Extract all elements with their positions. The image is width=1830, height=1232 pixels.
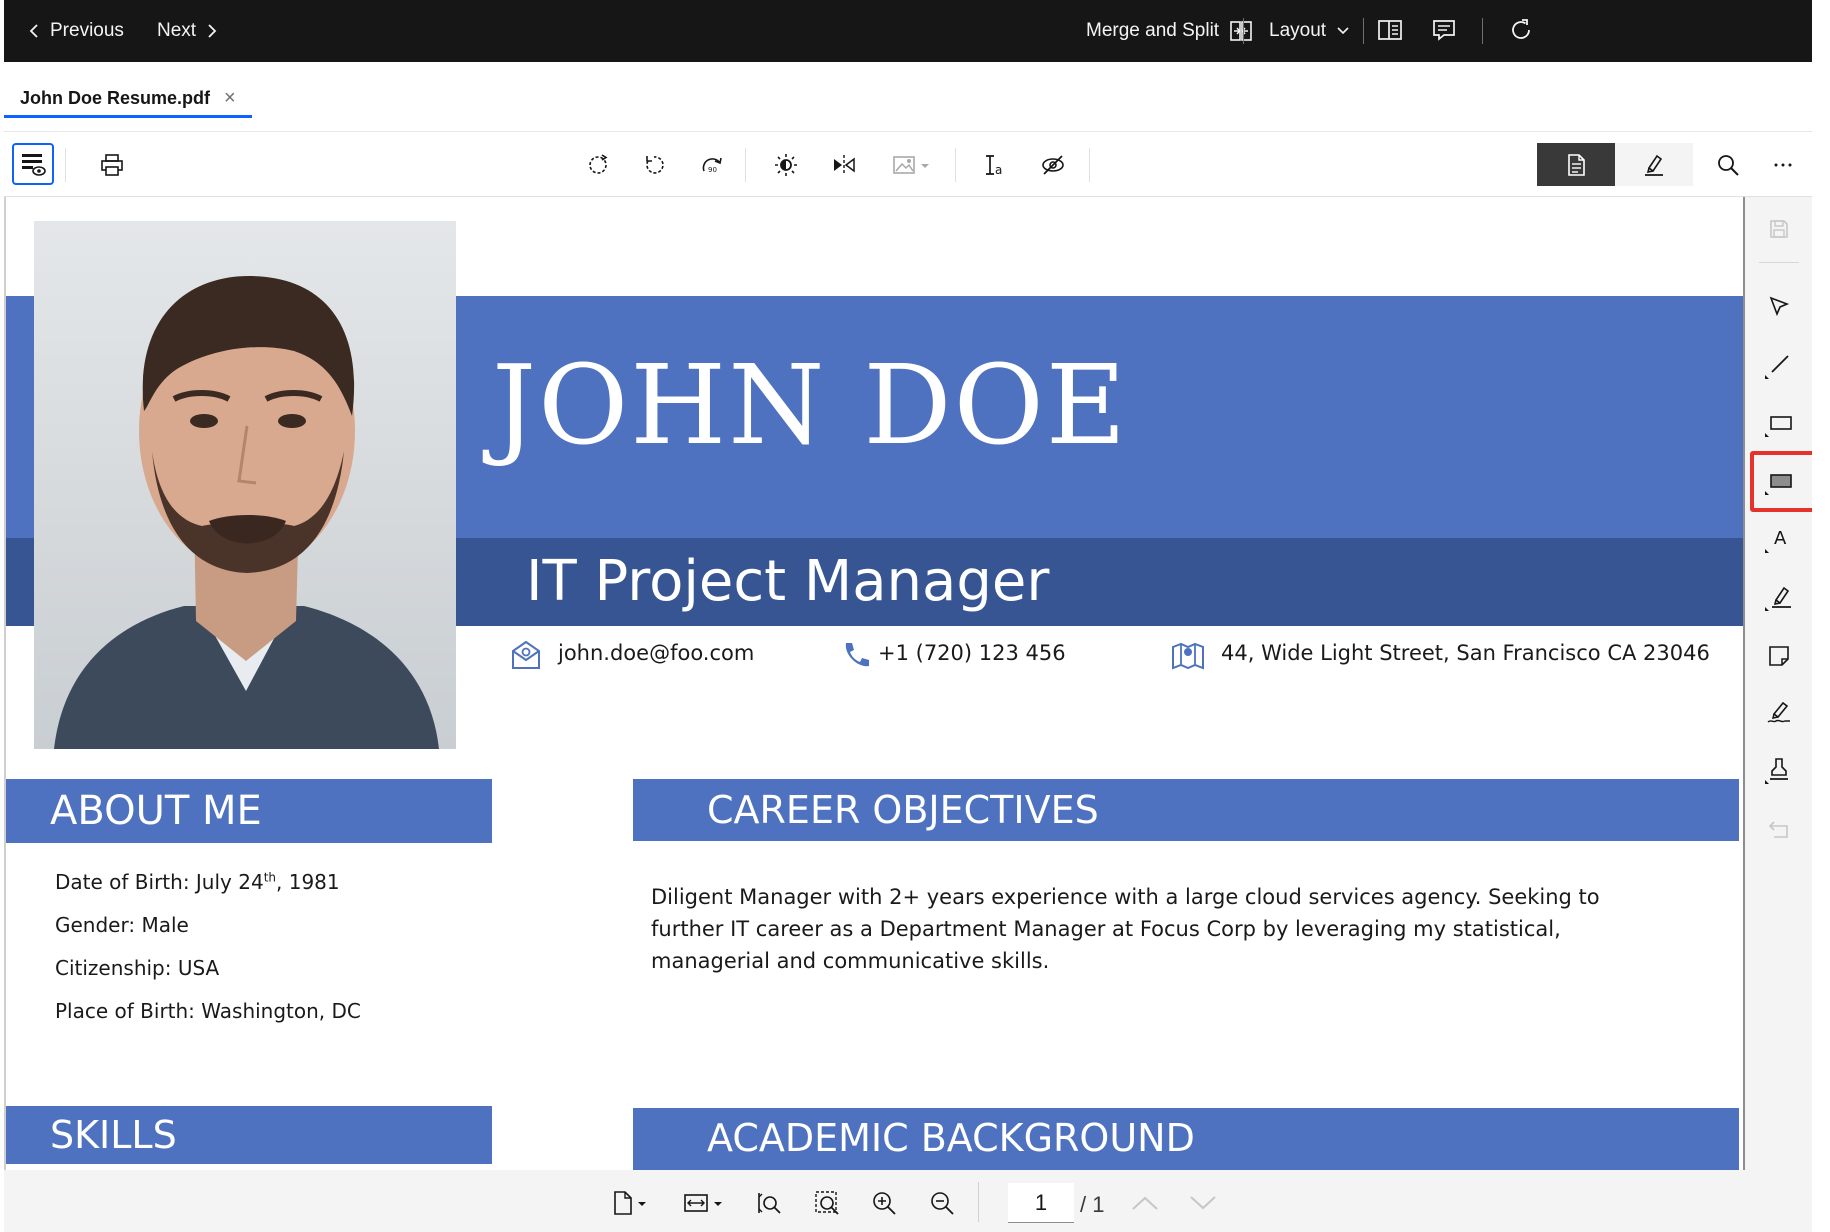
merge-split-icon [1229,19,1253,43]
career-objectives-text: Diligent Manager with 2+ years experienc… [651,881,1600,977]
chevron-right-icon [206,23,218,39]
page-fit-icon[interactable] [607,1186,657,1220]
top-navigation-bar: Previous Next Merge and Split Layout [4,0,1812,62]
undo-icon [1764,814,1794,844]
dob-year: , 1981 [276,870,340,894]
fit-width-icon[interactable] [680,1186,730,1220]
comments-icon[interactable] [1430,16,1458,44]
layout-dropdown[interactable]: Layout [1269,0,1350,62]
flip-icon[interactable] [827,148,861,182]
resume-name: JOHN DOE [492,341,1129,469]
map-icon [1170,639,1206,671]
stamp-icon[interactable] [1764,755,1794,785]
refresh-icon[interactable] [1507,16,1535,44]
merge-and-split-button[interactable]: Merge and Split [1086,0,1253,62]
next-label: Next [157,20,197,41]
rotate-right-icon[interactable]: 90 [695,148,729,182]
resume-address: 44, Wide Light Street, San Francisco CA … [1221,641,1710,665]
text-recognition-icon[interactable]: a [978,148,1012,182]
svg-text:90: 90 [708,166,717,174]
resume-email: john.doe@foo.com [558,641,755,665]
save-icon [1764,214,1794,244]
pdf-page: JOHN DOE IT Project Manager john.doe@foo… [4,197,1745,1170]
profile-photo [34,221,456,749]
layout-label: Layout [1269,20,1327,41]
page-total: / 1 [1080,1192,1105,1217]
resume-phone: +1 (720) 123 456 [878,641,1066,665]
citizenship: Citizenship: USA [55,956,220,980]
gender: Gender: Male [55,913,189,937]
zoom-area-icon[interactable] [810,1186,844,1220]
previous-label: Previous [50,20,124,41]
svg-text:a: a [995,163,1002,177]
email-icon [510,639,542,671]
highlighter-icon[interactable] [1764,582,1794,612]
page-navigation-bar [4,1170,1812,1232]
career-line: further IT career as a Department Manage… [651,917,1561,941]
date-of-birth: Date of Birth: July 24th, 1981 [55,870,340,894]
academic-background-heading: ACADEMIC BACKGROUND [707,1116,1195,1160]
text-icon[interactable]: A [1764,524,1794,554]
overflow-menu-icon[interactable] [1766,148,1800,182]
page-up-icon [1128,1186,1162,1220]
career-objectives-heading: CAREER OBJECTIVES [707,788,1099,832]
annotate-icon[interactable] [1615,143,1693,186]
next-button[interactable]: Next [157,0,218,62]
annotation-toolbar [1745,197,1812,1170]
filled-rectangle-icon[interactable] [1764,466,1794,496]
active-tab-indicator [4,115,252,118]
hide-icon[interactable] [1036,148,1070,182]
line-icon[interactable] [1764,350,1794,380]
career-line: managerial and communicative skills. [651,949,1050,973]
dob-text: Date of Birth: July 24 [55,870,264,894]
sticky-note-icon[interactable] [1764,641,1794,671]
document-tabs [4,62,1812,132]
previous-button[interactable]: Previous [28,0,124,62]
chevron-left-icon [28,23,40,39]
view-settings-icon[interactable] [12,143,54,185]
chevron-down-icon [1336,26,1350,36]
signature-icon[interactable] [1764,697,1794,727]
dob-superscript: th [263,870,276,885]
merge-and-split-label: Merge and Split [1086,20,1220,41]
about-me-heading: ABOUT ME [50,788,262,834]
page-number-input[interactable] [1008,1183,1074,1223]
zoom-fit-icon[interactable] [752,1186,786,1220]
page-down-icon [1186,1186,1220,1220]
window-edge [1812,0,1830,1232]
tab-title: John Doe Resume.pdf [20,87,211,108]
zoom-in-icon[interactable] [867,1186,901,1220]
zoom-out-icon[interactable] [925,1186,959,1220]
image-icon [888,148,938,182]
document-tab[interactable]: John Doe Resume.pdf × [20,78,236,118]
close-icon[interactable]: × [224,87,236,110]
rotate-icon[interactable] [581,148,615,182]
place-of-birth: Place of Birth: Washington, DC [55,999,361,1023]
skills-heading: SKILLS [50,1113,177,1157]
side-panel-icon[interactable] [1376,16,1404,44]
brightness-icon[interactable] [769,148,803,182]
search-icon[interactable] [1711,148,1745,182]
career-line: Diligent Manager with 2+ years experienc… [651,885,1600,909]
resume-role: IT Project Manager [526,549,1050,614]
rectangle-icon[interactable] [1764,408,1794,438]
svg-text:A: A [1774,528,1787,549]
select-icon[interactable] [1764,291,1794,321]
rotate-left-icon[interactable] [638,148,672,182]
document-view-icon[interactable] [1537,143,1615,186]
phone-icon [840,639,872,671]
print-icon[interactable] [95,148,129,182]
document-viewer-app: Previous Next Merge and Split Layout Joh… [0,0,1830,1232]
